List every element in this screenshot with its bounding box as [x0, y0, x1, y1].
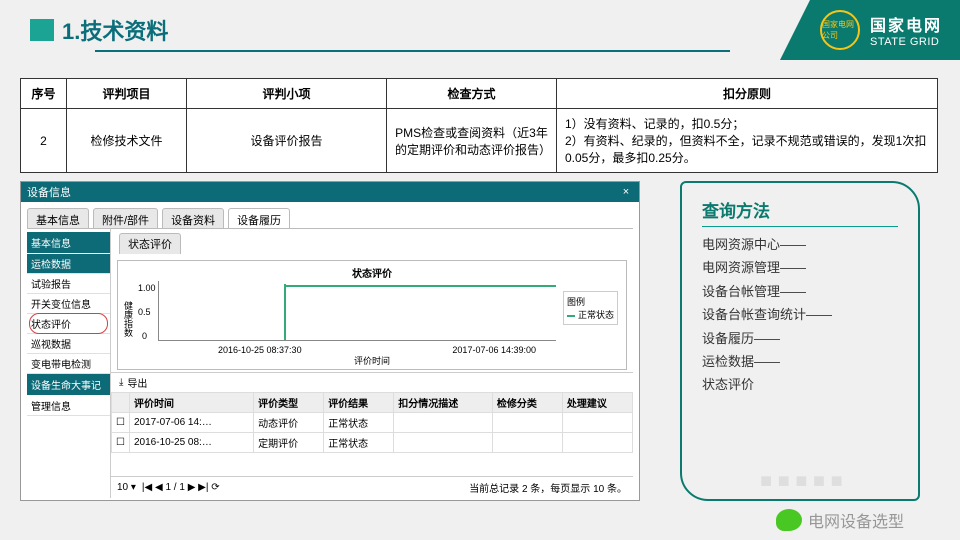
row-time: 2016-10-25 08:…	[130, 433, 254, 453]
gh-class[interactable]: 检修分类	[492, 393, 562, 413]
export-button[interactable]: 导出	[127, 375, 147, 390]
sub-tab-row: 状态评价	[111, 229, 633, 258]
col-no: 序号	[21, 79, 67, 109]
page-header: 1.技术资料 国家电网公司 国家电网 STATE GRID	[0, 0, 960, 60]
row-result: 正常状态	[324, 413, 394, 433]
row-result: 正常状态	[324, 433, 394, 453]
query-step: 状态评价	[702, 373, 898, 396]
gh-suggest[interactable]: 处理建议	[562, 393, 632, 413]
header-accent	[30, 19, 54, 41]
grid-header-row: 评价时间 评价类型 评价结果 扣分情况描述 检修分类 处理建议	[112, 393, 633, 413]
criteria-data-row: 2 检修技术文件 设备评价报告 PMS检查或查阅资料（近3年的定期评价和动态评价…	[21, 109, 938, 173]
cell-rule: 1）没有资料、记录的，扣0.5分； 2）有资料、纪录的，但资料不全，记录不规范或…	[557, 109, 938, 173]
query-step: 电网资源中心——	[702, 233, 898, 256]
brand-seal-icon: 国家电网公司	[820, 10, 860, 50]
top-tabs: 基本信息 附件/部件 设备资料 设备履历	[21, 202, 639, 228]
side-header-basic[interactable]: 基本信息	[27, 232, 110, 253]
wechat-icon	[776, 509, 802, 531]
grid-row[interactable]: ☐ 2016-10-25 08:… 定期评价 正常状态	[112, 433, 633, 453]
criteria-table: 序号 评判项目 评判小项 检查方式 扣分原则 2 检修技术文件 设备评价报告 P…	[20, 78, 938, 173]
chart-legend: 图例 正常状态	[563, 291, 618, 325]
app-titlebar: 设备信息 ×	[21, 182, 639, 202]
close-icon[interactable]: ×	[619, 186, 633, 198]
col-project: 评判项目	[67, 79, 187, 109]
row-check[interactable]: ☐	[112, 413, 130, 433]
row-type: 动态评价	[254, 413, 324, 433]
app-title: 设备信息	[27, 184, 71, 200]
chart-ylabel: 健康指数	[122, 301, 135, 337]
row-time: 2017-07-06 14:…	[130, 413, 254, 433]
cell-no: 2	[21, 109, 67, 173]
side-item-test-report[interactable]: 试验报告	[27, 274, 110, 294]
grid-toolbar: ⤓ 导出	[111, 372, 633, 392]
brand-name-en: STATE GRID	[870, 36, 942, 48]
export-icon[interactable]: ⤓	[119, 377, 123, 388]
query-method-box: 查询方法 电网资源中心—— 电网资源管理—— 设备台帐管理—— 设备台帐查询统计…	[680, 181, 920, 501]
app-body: 基本信息 运检数据 试验报告 开关变位信息 状态评价 巡视数据 变电带电检测 设…	[27, 228, 633, 498]
col-rule: 扣分原则	[557, 79, 938, 109]
tab-docs[interactable]: 设备资料	[162, 208, 224, 228]
pager-left: 10 ▾ |◀ ◀ 1 / 1 ▶ ▶| ⟳	[117, 482, 220, 493]
legend-swatch-icon	[567, 315, 575, 317]
cell-sub: 设备评价报告	[187, 109, 387, 173]
page-title: 1.技术资料	[62, 14, 168, 46]
row-type: 定期评价	[254, 433, 324, 453]
chart-ytick-0: 0	[142, 331, 147, 341]
eval-grid: 评价时间 评价类型 评价结果 扣分情况描述 检修分类 处理建议 ☐ 2017-0…	[111, 392, 633, 453]
side-item-inspection-data[interactable]: 运检数据	[27, 254, 110, 274]
side-header-lifecycle[interactable]: 设备生命大事记	[27, 374, 110, 395]
wechat-text: 电网设备选型	[808, 508, 904, 532]
criteria-header-row: 序号 评判项目 评判小项 检查方式 扣分原则	[21, 79, 938, 109]
legend-title: 图例	[567, 295, 614, 308]
main-panel: 状态评价 状态评价 健康指数 0 0.5 1.00 图例 正常状态 2016-1…	[111, 229, 633, 498]
query-step: 设备台帐管理——	[702, 280, 898, 303]
side-item-switch-info[interactable]: 开关变位信息	[27, 294, 110, 314]
header-underline	[95, 50, 730, 52]
chart-box: 状态评价 健康指数 0 0.5 1.00 图例 正常状态 2016-10-25 …	[117, 260, 627, 370]
wechat-stamp: 电网设备选型	[776, 508, 904, 532]
chart-ytick-05: 0.5	[138, 307, 151, 317]
side-item-manage-info[interactable]: 管理信息	[27, 396, 110, 416]
gh-result[interactable]: 评价结果	[324, 393, 394, 413]
pager: 10 ▾ |◀ ◀ 1 / 1 ▶ ▶| ⟳ 当前总记录 2 条，每页显示 10…	[111, 476, 633, 498]
chart-series-line	[286, 285, 556, 287]
brand-area: 国家电网公司 国家电网 STATE GRID	[780, 0, 960, 60]
brand-name-cn: 国家电网	[870, 12, 942, 36]
gh-deduct[interactable]: 扣分情况描述	[394, 393, 493, 413]
query-step: 设备履历——	[702, 327, 898, 350]
app-window: 设备信息 × 基本信息 附件/部件 设备资料 设备履历 基本信息 运检数据 试验…	[20, 181, 640, 501]
gh-check	[112, 393, 130, 413]
query-step: 运检数据——	[702, 350, 898, 373]
brand-text: 国家电网 STATE GRID	[870, 12, 942, 48]
content-row: 设备信息 × 基本信息 附件/部件 设备资料 设备履历 基本信息 运检数据 试验…	[0, 181, 960, 501]
pager-nav[interactable]: |◀ ◀ 1 / 1 ▶ ▶| ⟳	[142, 482, 220, 493]
tab-attachments[interactable]: 附件/部件	[93, 208, 158, 228]
query-step: 电网资源管理——	[702, 256, 898, 279]
side-item-status-eval[interactable]: 状态评价	[27, 314, 110, 334]
page-size-select[interactable]: 10 ▾	[117, 482, 136, 493]
col-method: 检查方式	[387, 79, 557, 109]
gh-time[interactable]: 评价时间	[130, 393, 254, 413]
col-sub: 评判小项	[187, 79, 387, 109]
gh-type[interactable]: 评价类型	[254, 393, 324, 413]
side-item-live-detect[interactable]: 变电带电检测	[27, 354, 110, 374]
query-title: 查询方法	[702, 197, 898, 227]
chart-plot-area	[158, 281, 556, 341]
row-check[interactable]: ☐	[112, 433, 130, 453]
cell-method: PMS检查或查阅资料（近3年的定期评价和动态评价报告）	[387, 109, 557, 173]
sub-tab-status-eval[interactable]: 状态评价	[119, 233, 181, 254]
chart-ytick-1: 1.00	[138, 283, 156, 293]
tab-history[interactable]: 设备履历	[228, 208, 290, 228]
chart-xlabel: 评价时间	[118, 354, 626, 367]
cell-project: 检修技术文件	[67, 109, 187, 173]
query-step: 设备台帐查询统计——	[702, 303, 898, 326]
side-category-list: 基本信息 运检数据 试验报告 开关变位信息 状态评价 巡视数据 变电带电检测 设…	[27, 229, 111, 498]
query-list: 电网资源中心—— 电网资源管理—— 设备台帐管理—— 设备台帐查询统计—— 设备…	[702, 233, 898, 397]
side-item-patrol-data[interactable]: 巡视数据	[27, 334, 110, 354]
pager-summary: 当前总记录 2 条，每页显示 10 条。	[469, 480, 627, 495]
chart-title: 状态评价	[122, 265, 622, 280]
tab-basic-info[interactable]: 基本信息	[27, 208, 89, 228]
legend-item: 正常状态	[567, 308, 614, 321]
grid-row[interactable]: ☐ 2017-07-06 14:… 动态评价 正常状态	[112, 413, 633, 433]
